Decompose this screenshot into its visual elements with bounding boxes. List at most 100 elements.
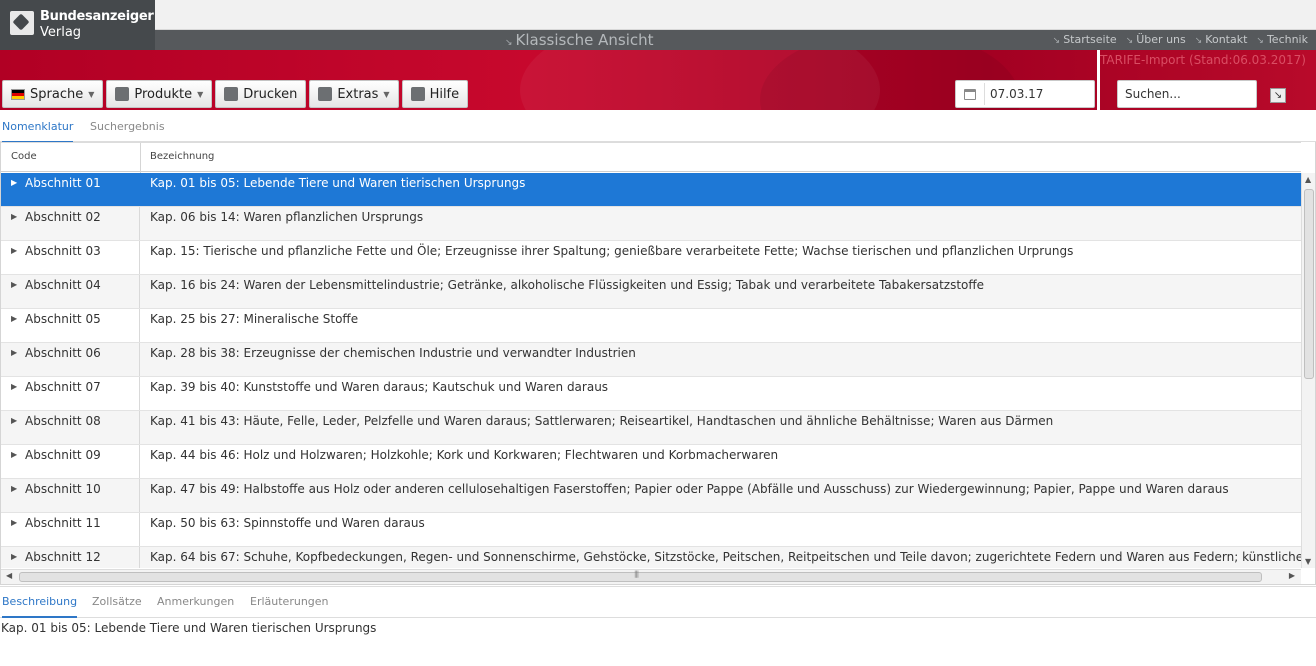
german-flag-icon xyxy=(11,88,25,100)
app-root: Bundesanzeiger Verlag ↘ Klassische Ansich… xyxy=(0,0,1316,666)
drucken-button[interactable]: Drucken xyxy=(215,80,307,108)
code-value: Abschnitt 07 xyxy=(25,380,101,394)
expand-icon[interactable]: ▶ xyxy=(11,450,17,459)
sprache-button[interactable]: Sprache ▼ xyxy=(2,80,104,108)
description-cell: Kap. 47 bis 49: Halbstoffe aus Holz oder… xyxy=(150,482,1229,496)
code-value: Abschnitt 11 xyxy=(25,516,101,530)
extras-button[interactable]: Extras ▼ xyxy=(309,80,399,108)
search-input[interactable] xyxy=(1117,80,1257,108)
question-icon xyxy=(410,87,425,101)
scroll-right-icon[interactable]: ▶ xyxy=(1289,571,1295,580)
expand-icon[interactable]: ▶ xyxy=(11,484,17,493)
code-value: Abschnitt 09 xyxy=(25,448,101,462)
description-cell: Kap. 16 bis 24: Waren der Lebensmittelin… xyxy=(150,278,985,292)
table-row[interactable]: ▶ Abschnitt 11 Kap. 50 bis 63: Spinnstoffe… xyxy=(1,513,1301,547)
code-value: Abschnitt 01 xyxy=(25,176,101,190)
expand-icon[interactable]: ▶ xyxy=(11,314,17,323)
code-value: Abschnitt 10 xyxy=(25,482,101,496)
scroll-left-icon[interactable]: ◀ xyxy=(6,571,12,580)
arrow-icon: ↘ xyxy=(1273,90,1283,101)
expand-icon[interactable]: ▶ xyxy=(11,280,17,289)
code-value: Abschnitt 05 xyxy=(25,312,101,326)
arrow-icon: ↘ xyxy=(1256,36,1264,46)
code-value: Abschnitt 04 xyxy=(25,278,101,292)
table-row[interactable]: ▶ Abschnitt 02 Kap. 06 bis 14: Waren pflan… xyxy=(1,207,1301,241)
code-cell: ▶ Abschnitt 06 xyxy=(1,343,140,376)
horizontal-scroll-thumb[interactable] xyxy=(19,570,1262,582)
expand-icon[interactable]: ▶ xyxy=(11,212,17,221)
hilfe-button[interactable]: Hilfe xyxy=(401,80,469,108)
link-startseite[interactable]: ↘ Startseite xyxy=(1053,33,1117,46)
table-row[interactable]: ▶ Abschnitt 06 Kap. 28 bis 38: Erzeugnisse… xyxy=(1,343,1301,377)
tools-icon xyxy=(318,87,333,101)
column-separator xyxy=(140,143,141,173)
code-cell: ▶ Abschnitt 01 xyxy=(1,173,140,206)
logo-mark-icon xyxy=(10,11,34,35)
description-cell: Kap. 41 bis 43: Häute, Felle, Leder, Pel… xyxy=(150,414,1054,428)
scroll-down-icon[interactable]: ▼ xyxy=(1305,557,1311,566)
code-cell: ▶ Abschnitt 04 xyxy=(1,275,140,308)
link-ueber-uns[interactable]: ↘ Über uns xyxy=(1126,33,1186,46)
link-kontakt[interactable]: ↘ Kontakt xyxy=(1195,33,1248,46)
expand-icon[interactable]: ▶ xyxy=(11,246,17,255)
chevron-down-icon: ▼ xyxy=(383,89,390,99)
arrow-icon: ↘ xyxy=(1194,36,1203,46)
link-technik[interactable]: ↘ Technik xyxy=(1256,33,1308,46)
table-row[interactable]: ▶ Abschnitt 05 Kap. 25 bis 27: Mineralisch… xyxy=(1,309,1301,343)
table-row[interactable]: ▶ Abschnitt 10 Kap. 47 bis 49: Halbstoffe … xyxy=(1,479,1301,513)
table-row[interactable]: ▶ Abschnitt 04 Kap. 16 bis 24: Waren der L… xyxy=(1,275,1301,309)
tab-nomenklatur[interactable]: Nomenklatur xyxy=(2,120,74,143)
classic-view-link[interactable]: ↘ Klassische Ansicht xyxy=(505,31,654,49)
code-value: Abschnitt 12 xyxy=(25,550,101,564)
chevron-down-icon: ▼ xyxy=(197,89,204,99)
date-value: 07.03.17 xyxy=(990,87,1044,101)
toolbar: Sprache ▼ Produkte ▼ Drucken Extras ▼ Hilfe xyxy=(2,80,471,108)
code-cell: ▶ Abschnitt 11 xyxy=(1,513,140,546)
calendar-icon[interactable] xyxy=(964,89,976,100)
vertical-scroll-thumb[interactable] xyxy=(1304,189,1314,379)
tab-erlaeuterungen[interactable]: Erläuterungen xyxy=(250,595,329,608)
search-submit-button[interactable]: ↘ xyxy=(1270,88,1286,103)
code-cell: ▶ Abschnitt 10 xyxy=(1,479,140,512)
tab-suchergebnis[interactable]: Suchergebnis xyxy=(90,120,165,133)
date-field[interactable]: 07.03.17 xyxy=(955,80,1095,108)
table-row[interactable]: ▶ Abschnitt 01 Kap. 01 bis 05: Lebende Tie… xyxy=(1,173,1301,207)
expand-icon[interactable]: ▶ xyxy=(11,382,17,391)
expand-icon[interactable]: ▶ xyxy=(11,518,17,527)
horizontal-scrollbar[interactable]: ◀ ▶ xyxy=(1,569,1301,584)
external-link-icon xyxy=(115,87,130,101)
description-cell: Kap. 25 bis 27: Mineralische Stoffe xyxy=(150,312,359,326)
logo[interactable]: Bundesanzeiger Verlag xyxy=(0,0,155,50)
code-cell: ▶ Abschnitt 02 xyxy=(1,207,140,240)
code-cell: ▶ Abschnitt 03 xyxy=(1,241,140,274)
code-cell: ▶ Abschnitt 12 xyxy=(1,547,140,568)
code-value: Abschnitt 06 xyxy=(25,346,101,360)
table-row[interactable]: ▶ Abschnitt 09 Kap. 44 bis 46: Holz und Ho… xyxy=(1,445,1301,479)
code-value: Abschnitt 02 xyxy=(25,210,101,224)
expand-icon[interactable]: ▶ xyxy=(11,178,17,187)
top-strip xyxy=(0,0,1316,30)
description-cell: Kap. 50 bis 63: Spinnstoffe und Waren da… xyxy=(150,516,425,530)
arrow-icon: ↘ xyxy=(505,38,513,48)
tab-beschreibung[interactable]: Beschreibung xyxy=(2,595,78,618)
expand-icon[interactable]: ▶ xyxy=(11,416,17,425)
table-row[interactable]: ▶ Abschnitt 03 Kap. 15: Tierische und pfla… xyxy=(1,241,1301,275)
grid-header: Code Bezeichnung xyxy=(1,142,1301,173)
expand-icon[interactable]: ▶ xyxy=(11,348,17,357)
column-header-bezeichnung[interactable]: Bezeichnung xyxy=(150,151,214,162)
description-cell: Kap. 64 bis 67: Schuhe, Kopfbedeckungen,… xyxy=(150,550,1301,564)
chevron-down-icon: ▼ xyxy=(88,89,95,99)
tab-zollsaetze[interactable]: Zollsätze xyxy=(92,595,142,608)
expand-icon[interactable]: ▶ xyxy=(11,552,17,561)
code-cell: ▶ Abschnitt 08 xyxy=(1,411,140,444)
column-header-code[interactable]: Code xyxy=(11,151,37,162)
tab-anmerkungen[interactable]: Anmerkungen xyxy=(157,595,234,608)
table-row[interactable]: ▶ Abschnitt 12 Kap. 64 bis 67: Schuhe, Kop… xyxy=(1,547,1301,568)
table-row[interactable]: ▶ Abschnitt 07 Kap. 39 bis 40: Kunststoffe… xyxy=(1,377,1301,411)
vertical-scrollbar[interactable]: ▲ ▼ xyxy=(1301,173,1315,568)
scroll-up-icon[interactable]: ▲ xyxy=(1305,175,1311,184)
table-row[interactable]: ▶ Abschnitt 08 Kap. 41 bis 43: Häute, Fell… xyxy=(1,411,1301,445)
description-cell: Kap. 06 bis 14: Waren pflanzlichen Urspr… xyxy=(150,210,424,224)
code-value: Abschnitt 08 xyxy=(25,414,101,428)
produkte-button[interactable]: Produkte ▼ xyxy=(106,80,213,108)
